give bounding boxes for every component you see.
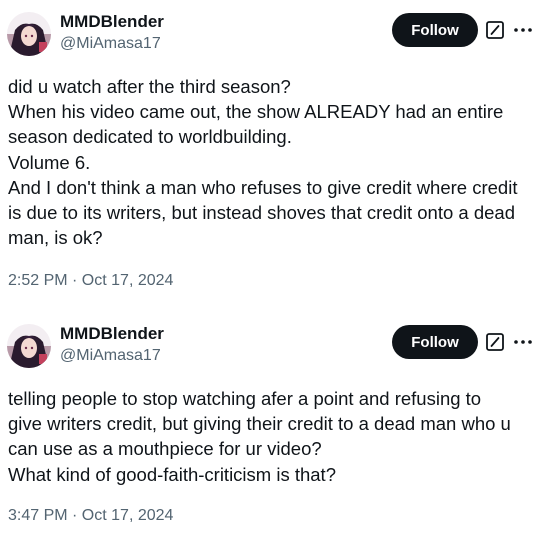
grok-edit-icon[interactable] bbox=[485, 332, 505, 352]
tweet-text-line: season dedicated to worldbuilding. bbox=[8, 126, 292, 148]
tweet-text-line: telling people to stop watching afer a p… bbox=[8, 388, 482, 409]
follow-button[interactable]: Follow bbox=[392, 325, 478, 359]
more-dots-icon[interactable] bbox=[512, 332, 534, 352]
tweet-text-line: man, is ok? bbox=[8, 227, 103, 249]
follow-button[interactable]: Follow bbox=[392, 13, 478, 47]
timestamp[interactable]: 3:47 PM · Oct 17, 2024 bbox=[8, 507, 173, 525]
avatar-image bbox=[7, 324, 51, 368]
avatar[interactable] bbox=[7, 324, 51, 368]
tweet-text-line: When his video came out, the show ALREAD… bbox=[8, 101, 504, 123]
tweet-text-line: Volume 6. bbox=[8, 151, 91, 173]
display-name[interactable]: MMDBlender bbox=[60, 12, 164, 32]
tweet-text-line: is due to its writers, but instead shove… bbox=[8, 202, 515, 224]
tweet-text-line: give writers credit, but giving their cr… bbox=[8, 413, 511, 435]
tweet: MMDBlender @MiAmasa17 Follow telling peo… bbox=[0, 312, 540, 540]
avatar-image bbox=[7, 12, 51, 56]
tweet-text: telling people to stop watching afer a p… bbox=[8, 386, 538, 487]
timestamp[interactable]: 2:52 PM · Oct 17, 2024 bbox=[8, 272, 173, 290]
more-dots-icon[interactable] bbox=[512, 20, 534, 40]
user-handle[interactable]: @MiAmasa17 bbox=[60, 347, 161, 365]
display-name[interactable]: MMDBlender bbox=[60, 324, 164, 344]
tweet-text: did u watch after the third season? When… bbox=[8, 74, 538, 250]
avatar[interactable] bbox=[7, 12, 51, 56]
grok-edit-icon[interactable] bbox=[485, 20, 505, 40]
tweet: MMDBlender @MiAmasa17 Follow did u watch… bbox=[0, 0, 540, 312]
tweet-text-line: What kind of good-faith-criticism is tha… bbox=[8, 463, 336, 485]
tweet-text-line: did u watch after the third season? bbox=[8, 76, 291, 97]
tweet-text-line: And I don't think a man who refuses to g… bbox=[8, 176, 518, 198]
tweet-text-line: can use as a mouthpiece for ur video? bbox=[8, 438, 322, 460]
user-handle[interactable]: @MiAmasa17 bbox=[60, 35, 161, 53]
